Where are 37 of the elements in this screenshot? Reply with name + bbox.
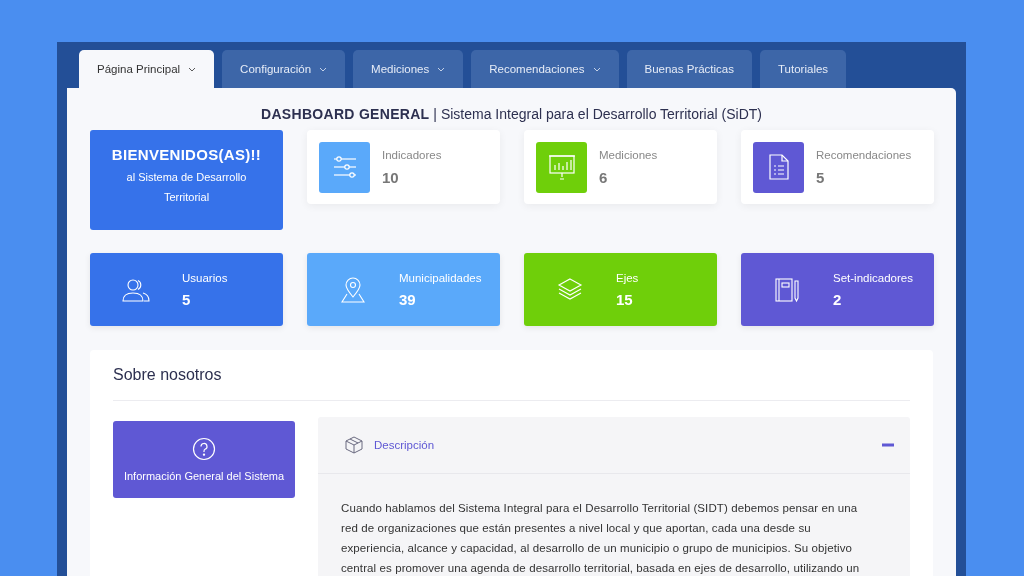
box-icon (344, 435, 364, 455)
nav-tab[interactable]: Mediciones (353, 50, 464, 88)
card-label: Indicadores (382, 148, 442, 161)
presentation-chart-icon (547, 153, 576, 181)
accordion-title: Descripción (374, 439, 436, 451)
sliders-icon (331, 154, 358, 180)
nav-tab[interactable]: Tutoriales (760, 50, 847, 88)
card-value: 6 (599, 168, 609, 186)
map-pin-icon (340, 276, 366, 303)
card-label: Recomendaciones (816, 148, 912, 161)
nav-tab[interactable]: Recomendaciones (471, 50, 619, 88)
info-button[interactable]: Información General del Sistema (113, 421, 295, 498)
notebook-icon (774, 276, 800, 303)
description-paragraph: Cuando hablamos del Sistema Integral para el Desarrollo Territorial (SIDT) debemos pensar en una red de organizaciones que están presentes a nivel local y que aportan, cada una desde su experiencia, alcance y capacidad, al desarrollo de un municipio o grupo de municipios. Su objetivo central es promover una agenda de desarrollo territorial, basada en ejes de desarrollo, utilizando un (340, 501, 861, 576)
collapse-icon[interactable] (882, 443, 894, 447)
card-value: 15 (616, 290, 634, 308)
card-label: Usuarios (182, 271, 228, 284)
card-label: Mediciones (599, 148, 658, 161)
card-value: 10 (382, 168, 400, 186)
card-label: Set-indicadores (833, 271, 913, 284)
section-title: Sobre nosotros (113, 350, 910, 401)
help-icon (192, 437, 216, 461)
card-value: 5 (182, 290, 192, 308)
nav-tab[interactable]: Buenas Prácticas (626, 50, 752, 88)
accordion-header[interactable]: Descripción (318, 417, 910, 474)
welcome-subtitle: al Sistema de Desarrollo Territorial (125, 170, 248, 205)
nav-tab[interactable]: Configuración (222, 50, 346, 88)
card-value: 2 (833, 290, 843, 308)
dashboard-title: DASHBOARD GENERAL | Sistema Integral para el Desarrollo Territorial (SiDT) (260, 106, 763, 122)
welcome-title: BIENVENIDOS(AS)!! (110, 146, 263, 163)
document-list-icon (766, 153, 791, 181)
card-label: Municipalidades (399, 271, 482, 284)
card-label: Ejes (616, 271, 639, 284)
users-icon (122, 276, 150, 303)
card-value: 5 (816, 168, 826, 186)
card-value: 39 (399, 290, 417, 308)
nav-tab[interactable]: Página Principal (79, 50, 215, 88)
